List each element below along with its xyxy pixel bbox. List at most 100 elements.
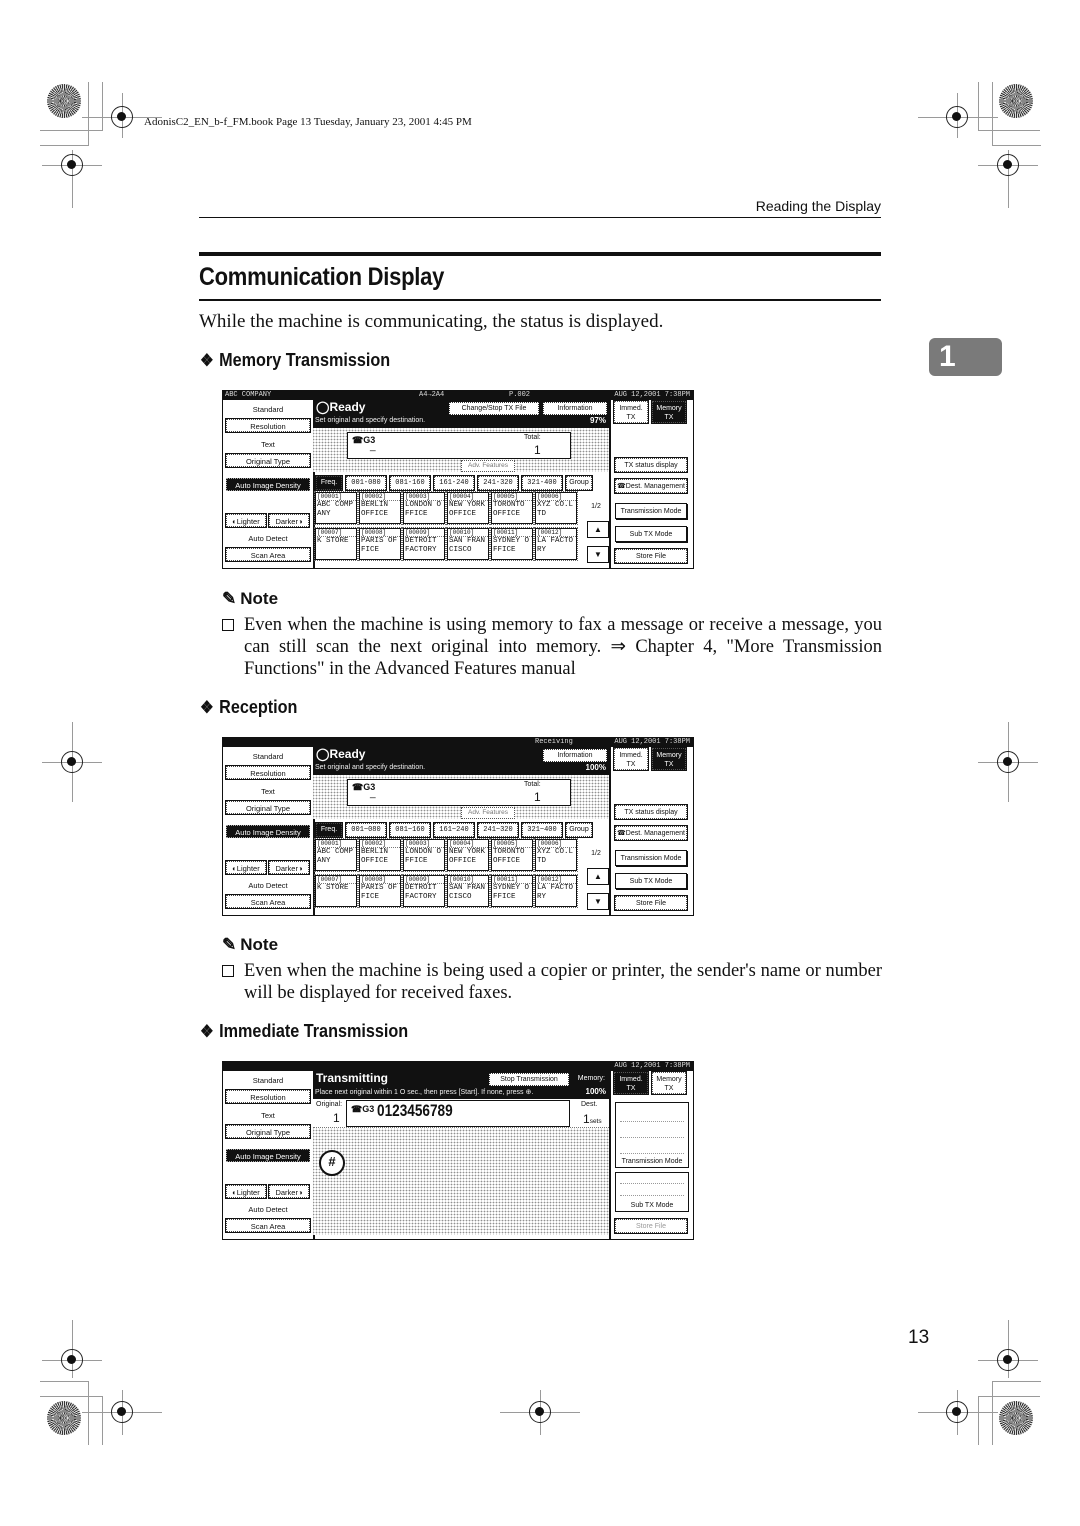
- auto-image-density-button[interactable]: Auto Image Density: [226, 478, 310, 491]
- tab-group[interactable]: Group: [565, 822, 593, 838]
- destination-field[interactable]: ☎G3 _ Total: 1: [347, 432, 571, 459]
- store-file-button[interactable]: Store File: [614, 895, 688, 911]
- destination-key[interactable]: [00001] ABC COMP ANY: [314, 491, 358, 525]
- scan-area-button[interactable]: Scan Area: [225, 547, 311, 562]
- destination-id: [00007]: [317, 529, 356, 537]
- adv-features-button[interactable]: Adv. Features: [461, 807, 515, 819]
- information-button[interactable]: Information: [542, 401, 608, 416]
- information-button[interactable]: Information: [542, 748, 608, 763]
- scan-area-button[interactable]: Scan Area: [225, 894, 311, 909]
- dest-management-button[interactable]: ☎Dest. Management: [614, 825, 688, 841]
- destination-key[interactable]: [00010] SAN FRAN CISCO: [446, 874, 490, 908]
- tab-freq[interactable]: Freq.: [315, 822, 343, 838]
- memory-tx-button[interactable]: Memory TX: [651, 1071, 687, 1095]
- tab-group[interactable]: Group: [565, 475, 593, 491]
- lighter-button[interactable]: ◐Lighter: [225, 1184, 267, 1199]
- original-type-button[interactable]: Original Type: [225, 453, 311, 468]
- destination-name: LA FACTO RY: [537, 537, 574, 554]
- lighter-button[interactable]: ◐Lighter: [225, 860, 267, 875]
- destination-key[interactable]: [00010] SAN FRAN CISCO: [446, 527, 490, 561]
- destination-key[interactable]: [00009] DETROIT FACTORY: [402, 527, 446, 561]
- destination-key[interactable]: [00002] BERLIN OFFICE: [358, 838, 402, 872]
- scroll-up-button[interactable]: ▲: [587, 868, 609, 885]
- destination-key[interactable]: [00007] K STORE: [314, 874, 358, 908]
- destination-key[interactable]: [00008] PARIS OF FICE: [358, 527, 402, 561]
- scroll-down-button[interactable]: ▼: [587, 546, 609, 563]
- sub-tx-mode-box[interactable]: Sub TX Mode: [615, 1172, 689, 1212]
- destination-field[interactable]: ☎G3 _ Total: 1: [347, 779, 571, 806]
- scroll-up-button[interactable]: ▲: [587, 521, 609, 538]
- destination-key[interactable]: [00005] TORONTO OFFICE: [490, 491, 534, 525]
- destination-key[interactable]: [00001] ABC COMP ANY: [314, 838, 358, 872]
- tab-241-320[interactable]: 241-320: [477, 475, 519, 491]
- immed-tx-button[interactable]: Immed. TX: [613, 400, 649, 424]
- darker-button[interactable]: Darker◑: [268, 860, 310, 875]
- destination-key[interactable]: [00003] LONDON O FFICE: [402, 491, 446, 525]
- resolution-button[interactable]: Resolution: [225, 418, 311, 433]
- tx-status-display-button[interactable]: TX status display: [614, 457, 688, 473]
- scan-area-button[interactable]: Scan Area: [225, 1218, 311, 1233]
- dest-management-button[interactable]: ☎Dest. Management: [614, 478, 688, 494]
- original-type-button[interactable]: Original Type: [225, 1124, 311, 1139]
- transmission-mode-button[interactable]: Transmission Mode: [615, 503, 687, 519]
- destination-key[interactable]: [00007] K STORE: [314, 527, 358, 561]
- destination-key[interactable]: [00006] XYZ CO.L TD: [534, 838, 578, 872]
- destination-id: [00005]: [493, 493, 532, 501]
- memory-tx-button[interactable]: Memory TX: [651, 747, 687, 771]
- lighter-button[interactable]: ◐Lighter: [225, 513, 267, 528]
- store-file-button[interactable]: Store File: [614, 1218, 688, 1234]
- tab-001-080[interactable]: 001-080: [345, 475, 387, 491]
- tab-321-400[interactable]: 321-400: [521, 475, 563, 491]
- phone-g3-icon: ☎G3: [351, 1104, 375, 1114]
- diamond-bullet-icon: ❖: [200, 697, 214, 717]
- destination-key[interactable]: [00002] BERLIN OFFICE: [358, 491, 402, 525]
- adv-features-button[interactable]: Adv. Features: [461, 460, 515, 472]
- auto-image-density-button[interactable]: Auto Image Density: [226, 1149, 310, 1162]
- destination-key[interactable]: [00003] LONDON O FFICE: [402, 838, 446, 872]
- destination-key[interactable]: [00012] LA FACTO RY: [534, 527, 578, 561]
- destination-key[interactable]: [00004] NEW YORK OFFICE: [446, 491, 490, 525]
- destination-key[interactable]: [00008] PARIS OF FICE: [358, 874, 402, 908]
- scroll-down-button[interactable]: ▼: [587, 893, 609, 910]
- immed-tx-button[interactable]: Immed. TX: [613, 1071, 649, 1095]
- tab-001-080[interactable]: 001~080: [345, 822, 387, 838]
- diamond-bullet-icon: ❖: [200, 350, 214, 370]
- auto-image-density-button[interactable]: Auto Image Density: [226, 825, 310, 838]
- tx-status-display-button[interactable]: TX status display: [614, 804, 688, 820]
- original-type-button[interactable]: Original Type: [225, 800, 311, 815]
- resolution-button[interactable]: Resolution: [225, 1089, 311, 1104]
- darker-button[interactable]: Darker◑: [268, 513, 310, 528]
- tab-081-160[interactable]: 081-160: [389, 475, 431, 491]
- hash-key-button[interactable]: #: [319, 1150, 345, 1176]
- stop-transmission-button[interactable]: Stop Transmission: [488, 1072, 570, 1087]
- tab-161-240[interactable]: 161~240: [433, 822, 475, 838]
- tab-freq[interactable]: Freq.: [315, 475, 343, 491]
- tab-321-400[interactable]: 321~400: [521, 822, 563, 838]
- destination-key[interactable]: [00009] DETROIT FACTORY: [402, 874, 446, 908]
- number-area: Original: 1 ☎G3 0123456789 Dest. 1sets: [313, 1099, 609, 1235]
- memory-tx-button[interactable]: Memory TX: [651, 400, 687, 424]
- darker-button[interactable]: Darker◑: [268, 1184, 310, 1199]
- total-value: 1: [534, 443, 541, 457]
- destination-key[interactable]: [00005] TORONTO OFFICE: [490, 838, 534, 872]
- transmission-mode-box[interactable]: Transmission Mode: [615, 1102, 689, 1168]
- destination-key[interactable]: [00011] SYDNEY O FFICE: [490, 527, 534, 561]
- destination-key[interactable]: [00011] SYDNEY O FFICE: [490, 874, 534, 908]
- tab-241-320[interactable]: 241~320: [477, 822, 519, 838]
- store-file-button[interactable]: Store File: [614, 548, 688, 564]
- destination-key[interactable]: [00006] XYZ CO.L TD: [534, 491, 578, 525]
- transmission-mode-button[interactable]: Transmission Mode: [615, 850, 687, 866]
- destination-id: [00011]: [493, 529, 532, 537]
- change-stop-tx-file-button[interactable]: Change/Stop TX File: [448, 401, 540, 416]
- destination-key[interactable]: [00004] NEW YORK OFFICE: [446, 838, 490, 872]
- sub-tx-mode-button[interactable]: Sub TX Mode: [615, 873, 687, 889]
- destination-id: [00005]: [493, 840, 532, 848]
- resolution-button[interactable]: Resolution: [225, 765, 311, 780]
- immed-tx-button[interactable]: Immed. TX: [613, 747, 649, 771]
- status-title: ◯Ready: [316, 400, 366, 414]
- sub-tx-mode-button[interactable]: Sub TX Mode: [615, 526, 687, 542]
- fax-number-field[interactable]: ☎G3 0123456789: [346, 1100, 570, 1127]
- tab-081-160[interactable]: 081~160: [389, 822, 431, 838]
- tab-161-240[interactable]: 161-240: [433, 475, 475, 491]
- destination-key[interactable]: [00012] LA FACTO RY: [534, 874, 578, 908]
